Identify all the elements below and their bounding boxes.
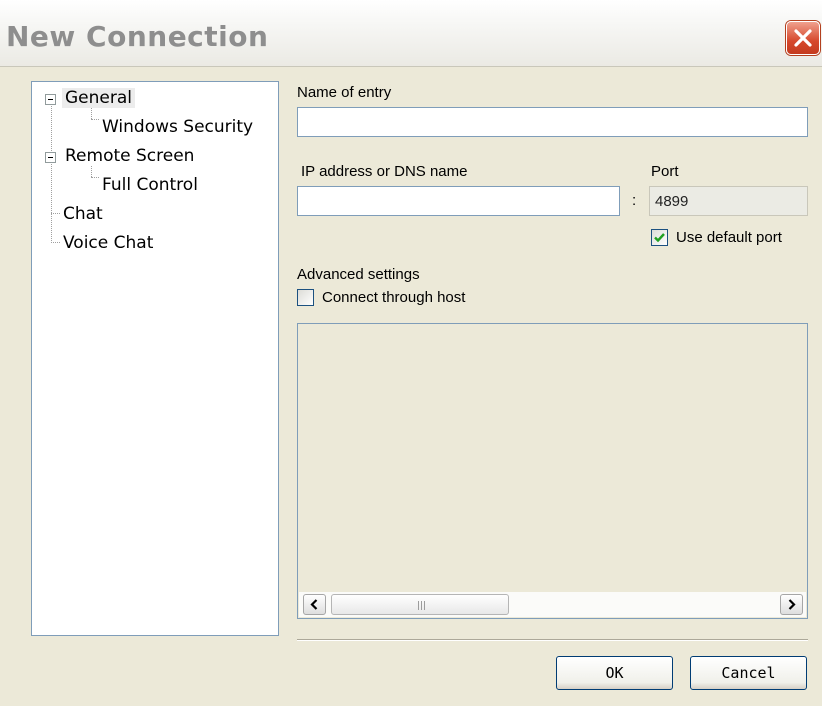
collapse-icon[interactable] [45, 94, 56, 105]
ok-button[interactable]: OK [556, 656, 673, 690]
name-label: Name of entry [297, 84, 392, 101]
arrow-right-icon [788, 599, 796, 610]
advanced-settings-label: Advanced settings [297, 266, 420, 283]
scroll-left-button[interactable] [303, 594, 326, 615]
tree-item-label: Voice Chat [63, 233, 154, 253]
close-icon [794, 29, 812, 47]
tree-item-remote-screen[interactable]: Remote Screen [32, 144, 278, 170]
name-input[interactable] [297, 107, 808, 137]
connect-through-host-checkbox[interactable] [297, 289, 314, 306]
category-tree: General Windows Security Remote Screen F… [31, 81, 279, 636]
cancel-button[interactable]: Cancel [690, 656, 807, 690]
connect-through-host-label: Connect through host [322, 289, 466, 306]
separator-line [297, 639, 808, 641]
checkmark-icon [654, 233, 665, 243]
tree-item-voice-chat[interactable]: Voice Chat [32, 231, 278, 257]
tree-item-label: General [62, 88, 135, 108]
host-settings-panel [297, 323, 808, 619]
tree-item-label: Chat [63, 204, 103, 224]
grip-icon [418, 601, 427, 610]
dialog-window: New Connection General Windows Security … [0, 0, 822, 706]
close-button[interactable] [786, 21, 820, 55]
tree-item-chat[interactable]: Chat [32, 202, 278, 228]
default-port-label: Use default port [676, 229, 782, 246]
tree-item-label: Full Control [102, 175, 198, 195]
arrow-left-icon [310, 599, 318, 610]
ip-address-input[interactable] [297, 186, 620, 216]
scroll-thumb[interactable] [331, 594, 509, 615]
scroll-right-button[interactable] [780, 594, 803, 615]
port-label: Port [651, 163, 679, 180]
title-bar: New Connection [0, 0, 822, 67]
tree-item-general[interactable]: General [32, 86, 278, 112]
port-input[interactable] [649, 186, 808, 216]
default-port-checkbox[interactable] [651, 229, 668, 246]
port-separator: : [632, 192, 637, 209]
tree-item-windows-security[interactable]: Windows Security [32, 115, 278, 141]
tree-item-full-control[interactable]: Full Control [32, 173, 278, 199]
horizontal-scrollbar[interactable] [299, 592, 806, 617]
window-title: New Connection [6, 20, 269, 53]
tree-item-label: Windows Security [102, 117, 254, 137]
tree-item-label: Remote Screen [65, 146, 195, 166]
collapse-icon[interactable] [45, 152, 56, 163]
ip-label: IP address or DNS name [301, 163, 468, 180]
